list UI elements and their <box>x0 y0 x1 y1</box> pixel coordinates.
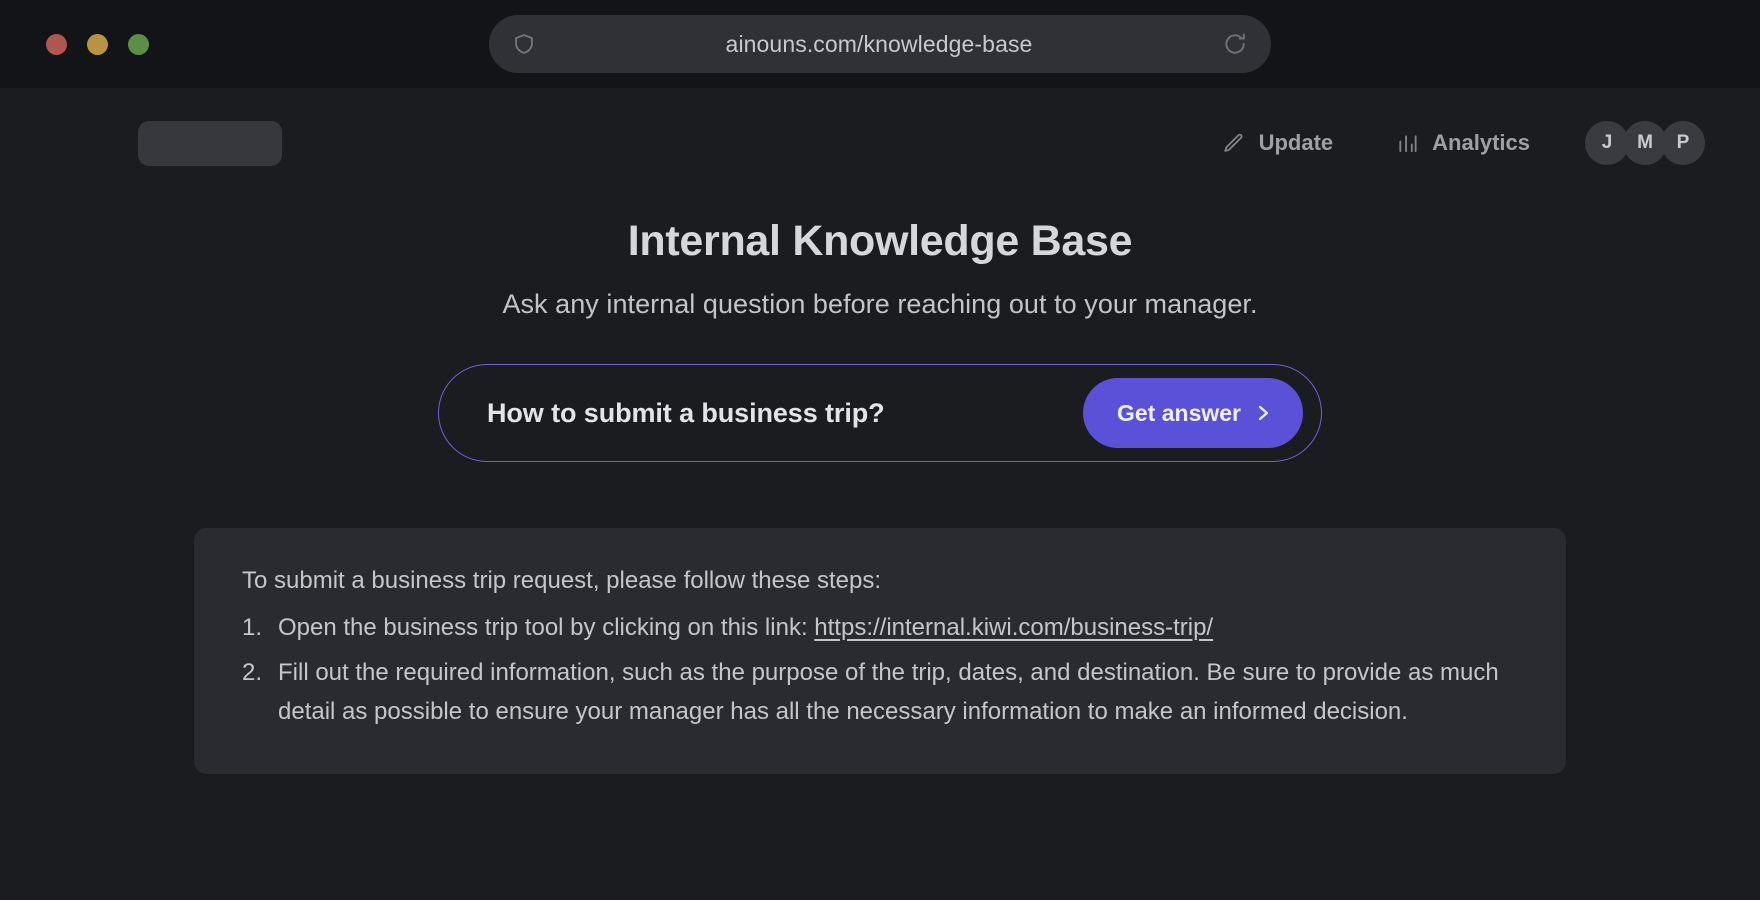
search-section: Get answer <box>0 364 1760 462</box>
list-item: Fill out the required information, such … <box>242 654 1514 732</box>
page-title: Internal Knowledge Base <box>0 218 1760 265</box>
answer-step-1-text: Open the business trip tool by clicking … <box>278 614 814 641</box>
answer-card: To submit a business trip request, pleas… <box>194 528 1566 773</box>
bar-chart-icon <box>1395 131 1419 155</box>
search-input[interactable] <box>487 398 1083 429</box>
close-window-button[interactable] <box>46 34 67 55</box>
address-bar[interactable]: ainouns.com/knowledge-base <box>489 15 1271 73</box>
minimize-window-button[interactable] <box>87 34 108 55</box>
answer-step-2-text: Fill out the required information, such … <box>278 659 1499 725</box>
site-header: Update Analytics J M P <box>0 88 1760 198</box>
business-trip-link[interactable]: https://internal.kiwi.com/business-trip/ <box>814 614 1213 641</box>
answer-steps-list: Open the business trip tool by clicking … <box>242 609 1514 732</box>
page-subtitle: Ask any internal question before reachin… <box>0 289 1760 320</box>
avatar[interactable]: P <box>1661 121 1705 165</box>
header-navigation: Update Analytics J M P <box>1160 121 1705 165</box>
search-bar[interactable]: Get answer <box>438 364 1322 462</box>
logo-placeholder[interactable] <box>138 121 282 166</box>
hero-section: Internal Knowledge Base Ask any internal… <box>0 218 1760 320</box>
reload-icon[interactable] <box>1221 30 1249 58</box>
window-traffic-lights <box>46 34 149 55</box>
answer-section: To submit a business trip request, pleas… <box>0 528 1760 773</box>
nav-item-analytics-label: Analytics <box>1432 130 1530 156</box>
shield-icon <box>511 31 537 57</box>
avatar-group: J M P <box>1585 121 1705 165</box>
get-answer-button[interactable]: Get answer <box>1083 378 1303 448</box>
list-item: Open the business trip tool by clicking … <box>242 609 1514 648</box>
pencil-icon <box>1222 131 1246 155</box>
answer-intro: To submit a business trip request, pleas… <box>242 564 1514 599</box>
page-body: Update Analytics J M P <box>0 88 1760 900</box>
nav-item-update-label: Update <box>1259 130 1334 156</box>
chevron-right-icon <box>1255 402 1273 424</box>
nav-item-update[interactable]: Update <box>1222 130 1334 156</box>
url-text: ainouns.com/knowledge-base <box>537 31 1221 58</box>
get-answer-button-label: Get answer <box>1117 400 1241 427</box>
browser-chrome: ainouns.com/knowledge-base <box>0 0 1760 88</box>
nav-item-analytics[interactable]: Analytics <box>1395 130 1530 156</box>
maximize-window-button[interactable] <box>128 34 149 55</box>
